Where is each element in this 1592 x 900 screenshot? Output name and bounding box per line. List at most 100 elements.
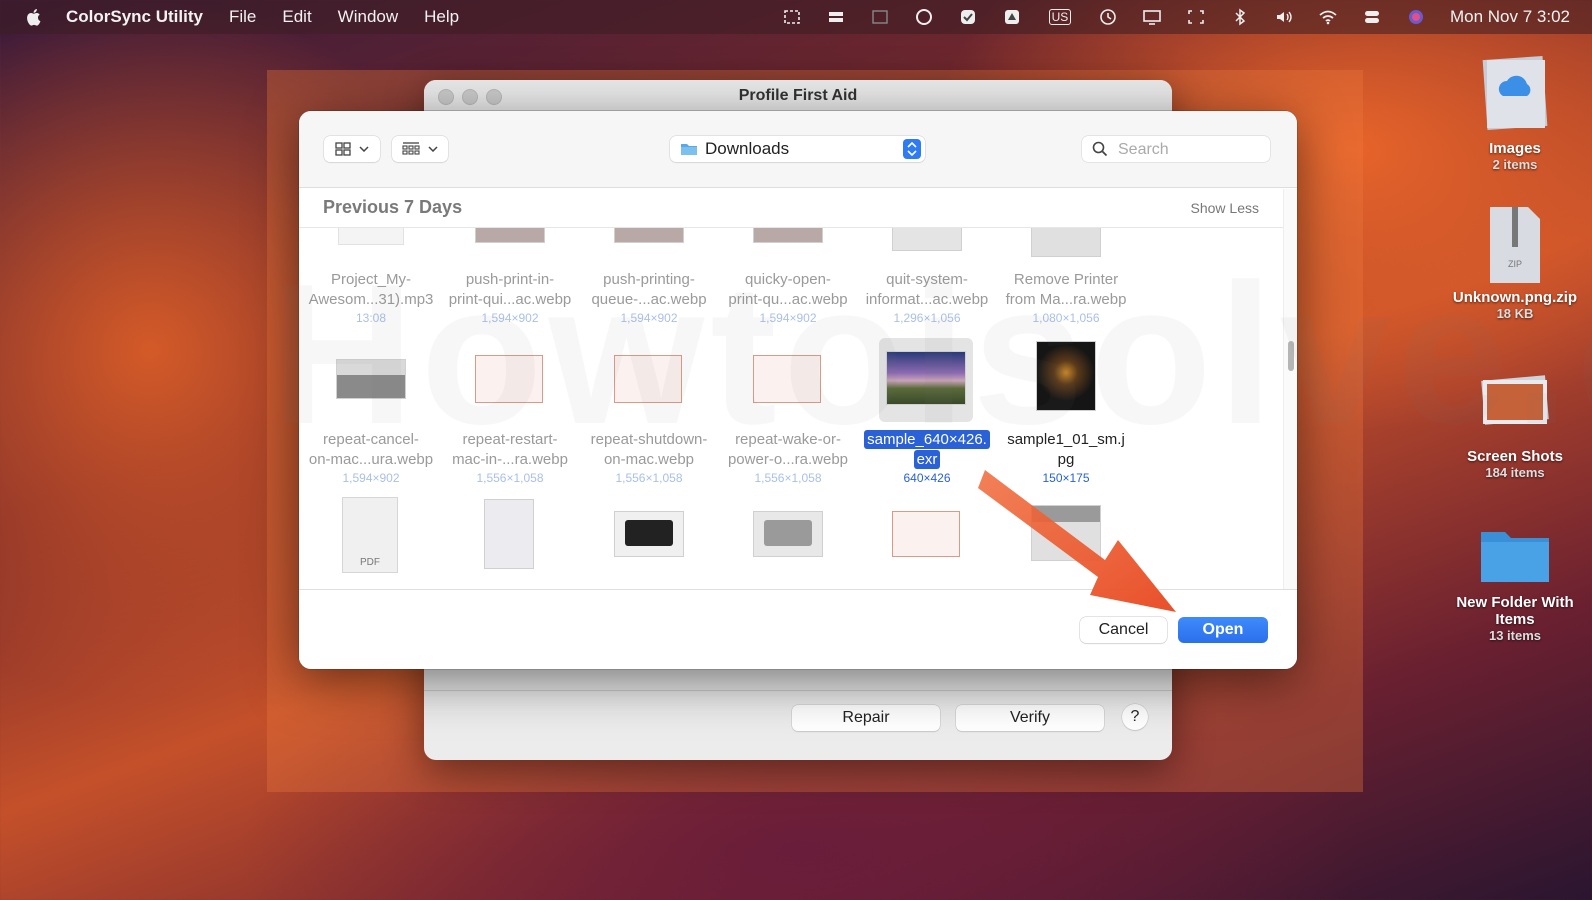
zip-label: ZIP: [1508, 259, 1522, 269]
file-item[interactable]: PDF: [301, 498, 441, 588]
file-name-line1: sample1_01_sm.j: [1007, 431, 1125, 448]
location-popup[interactable]: Downloads: [670, 136, 925, 162]
grammarly-icon[interactable]: [914, 8, 934, 26]
scrollbar[interactable]: [1283, 189, 1297, 589]
image-thumbnail: [1037, 342, 1095, 410]
file-name: quicky-open-print-qu...ac.webp: [718, 270, 858, 310]
fullscreen-icon[interactable]: [1186, 8, 1206, 26]
file-item[interactable]: sample1_01_sm.j pg 150×175: [996, 338, 1136, 485]
verify-button[interactable]: Verify: [956, 705, 1104, 731]
search-input[interactable]: [1116, 138, 1265, 162]
app-name-menu[interactable]: ColorSync Utility: [66, 7, 203, 27]
display-icon[interactable]: [1142, 8, 1162, 26]
file-name-line1: push-printing-: [603, 271, 695, 288]
file-name: Remove Printer from Ma...ra.webp: [996, 270, 1136, 310]
image-thumbnail: [337, 360, 405, 398]
file-name-line1: push-print-in-: [465, 271, 555, 288]
file-name-line1: repeat-restart-: [462, 431, 558, 448]
file-name-line2: pg: [1057, 451, 1075, 468]
file-item[interactable]: Project_My- Awesom...31).mp3 13:08: [301, 228, 441, 328]
menu-edit[interactable]: Edit: [282, 7, 311, 27]
zip-file-icon: ZIP: [1490, 207, 1540, 283]
wifi-icon[interactable]: [1318, 8, 1338, 26]
drive-icon[interactable]: [1002, 8, 1022, 26]
file-name: Project_My- Awesom...31).mp3: [301, 270, 441, 310]
menu-help[interactable]: Help: [424, 7, 459, 27]
menubar-clock[interactable]: Mon Nov 7 3:02: [1450, 7, 1570, 27]
image-thumbnail: [754, 356, 820, 402]
open-button[interactable]: Open: [1178, 617, 1268, 643]
file-item[interactable]: push-print-in-print-qui...ac.webp 1,594×…: [440, 228, 580, 328]
file-meta: 1,296×1,056: [893, 311, 961, 325]
menu-window[interactable]: Window: [338, 7, 398, 27]
file-item[interactable]: repeat-shutdown-on-mac.webp 1,556×1,058: [579, 338, 719, 485]
desktop-item-images[interactable]: Images 2 items: [1435, 50, 1592, 172]
file-item-selected[interactable]: sample_640×426. exr 640×426: [857, 338, 997, 485]
file-item[interactable]: repeat-cancel-on-mac...ura.webp 1,594×90…: [301, 338, 441, 485]
file-item[interactable]: [579, 498, 719, 588]
image-thumbnail: [754, 512, 822, 556]
input-source-icon[interactable]: US: [1046, 8, 1074, 26]
control-center-icon[interactable]: [1362, 8, 1382, 26]
file-name-line2: informat...ac.webp: [865, 291, 989, 308]
checkmark-icon[interactable]: [958, 8, 978, 26]
desktop-item-name: New Folder With Items: [1456, 594, 1574, 628]
desktop-item-zip[interactable]: ZIP Unknown.png.zip 18 KB: [1435, 205, 1592, 321]
image-thumbnail: [1032, 228, 1100, 256]
file-item[interactable]: [857, 498, 997, 588]
volume-icon[interactable]: [1274, 8, 1294, 26]
menu-file[interactable]: File: [229, 7, 256, 27]
desktop-item-screen-shots[interactable]: Screen Shots 184 items: [1435, 372, 1592, 480]
file-item[interactable]: repeat-restart-mac-in-...ra.webp 1,556×1…: [440, 338, 580, 485]
file-meta: 1,594×902: [342, 471, 400, 485]
file-name: push-print-in-print-qui...ac.webp: [440, 270, 580, 310]
show-less-button[interactable]: Show Less: [1191, 200, 1259, 216]
siri-icon[interactable]: [1406, 8, 1426, 26]
file-name-line1: sample_640×426.: [864, 430, 990, 449]
open-file-dialog: Downloads Previous 7 Days Show Less Proj…: [299, 111, 1297, 669]
time-machine-icon[interactable]: [1098, 8, 1118, 26]
desktop-item-new-folder[interactable]: New Folder With Items 13 items: [1435, 522, 1592, 643]
apple-menu-icon[interactable]: [24, 7, 44, 27]
sidebar-icon[interactable]: [870, 8, 890, 26]
repair-button[interactable]: Repair: [792, 705, 940, 731]
file-item[interactable]: Remove Printer from Ma...ra.webp 1,080×1,…: [996, 228, 1136, 328]
scroll-thumb[interactable]: [1288, 341, 1294, 371]
file-item[interactable]: push-printing-queue-...ac.webp 1,594×902: [579, 228, 719, 328]
file-item[interactable]: [718, 498, 858, 588]
file-name-line2: print-qu...ac.webp: [728, 291, 848, 308]
file-name-line1: Project_My-: [330, 271, 412, 288]
stack-icon[interactable]: [826, 8, 846, 26]
file-meta: 13:08: [355, 311, 387, 325]
file-item[interactable]: repeat-wake-or-power-o...ra.webp 1,556×1…: [718, 338, 858, 485]
file-item[interactable]: quicky-open-print-qu...ac.webp 1,594×902: [718, 228, 858, 328]
group-by-button[interactable]: [392, 136, 448, 162]
file-name-line1: repeat-shutdown-: [590, 431, 708, 448]
bluetooth-icon[interactable]: [1230, 8, 1250, 26]
file-name-line1: quit-system-: [886, 271, 968, 288]
desktop-item-sub: 2 items: [1492, 157, 1538, 172]
icon-view-icon: [335, 142, 351, 156]
cancel-button[interactable]: Cancel: [1080, 617, 1167, 643]
file-meta: 1,556×1,058: [615, 471, 683, 485]
file-name-line1: repeat-wake-or-: [735, 431, 841, 448]
file-item[interactable]: quit-system-informat...ac.webp 1,296×1,0…: [857, 228, 997, 328]
view-mode-button[interactable]: [324, 136, 380, 162]
help-button[interactable]: ?: [1122, 704, 1148, 730]
image-thumbnail: [754, 228, 822, 242]
file-name: repeat-restart-mac-in-...ra.webp: [440, 430, 580, 470]
file-item[interactable]: [996, 498, 1136, 588]
file-name: repeat-wake-or-power-o...ra.webp: [718, 430, 858, 470]
stacked-photos-icon: [1481, 375, 1549, 425]
dialog-toolbar: Downloads: [299, 111, 1297, 188]
file-meta: 1,594×902: [620, 311, 678, 325]
image-thumbnail: [615, 228, 683, 242]
pdf-label: PDF: [360, 557, 380, 568]
image-thumbnail: [615, 356, 681, 402]
search-field[interactable]: [1082, 136, 1270, 162]
file-meta: 1,556×1,058: [754, 471, 822, 485]
audio-file-icon: [339, 228, 403, 244]
file-item[interactable]: [440, 498, 580, 588]
screenshot-icon[interactable]: [782, 8, 802, 26]
file-name: push-printing-queue-...ac.webp: [579, 270, 719, 310]
